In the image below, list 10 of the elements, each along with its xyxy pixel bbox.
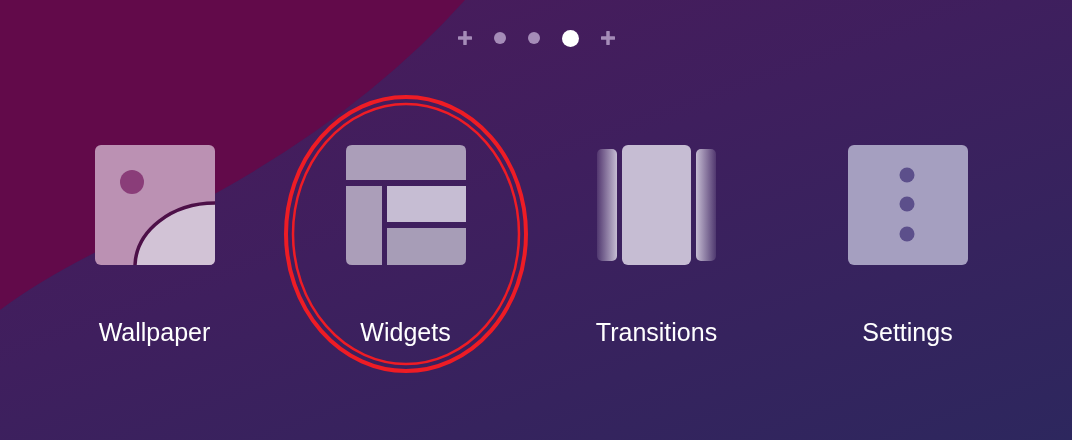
shortcut-label[interactable]: Transitions bbox=[595, 317, 718, 347]
widgets-icon bbox=[345, 145, 466, 265]
more-icon bbox=[847, 145, 968, 265]
picture-icon bbox=[94, 145, 215, 265]
shortcut-label[interactable]: Settings bbox=[862, 317, 953, 347]
shortcut-label[interactable]: Widgets bbox=[360, 317, 451, 347]
shortcut-label[interactable]: Wallpaper bbox=[98, 317, 211, 347]
cards-icon bbox=[596, 145, 717, 265]
add-page-icon[interactable] bbox=[600, 31, 615, 45]
add-page-icon[interactable] bbox=[457, 31, 472, 45]
